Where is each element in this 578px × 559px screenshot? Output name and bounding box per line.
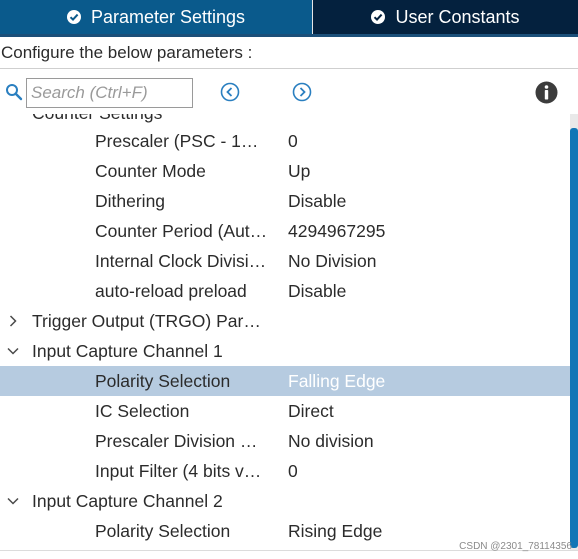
check-circle-icon <box>371 10 386 24</box>
parameter-value[interactable]: Rising Edge <box>288 516 382 546</box>
parameter-value[interactable]: 0 <box>288 456 298 486</box>
group-label: Input Capture Channel 1 <box>32 341 223 361</box>
parameter-row[interactable]: Internal Clock Divisi… No Division <box>0 246 570 276</box>
watermark-text: CSDN @2301_78114356 <box>459 541 572 552</box>
parameter-label: IC Selection <box>95 401 190 421</box>
parameter-row[interactable]: Dithering Disable <box>0 186 570 216</box>
parameter-row[interactable]: Prescaler Division … No division <box>0 426 570 456</box>
description-text: Configure the below parameters : <box>0 37 578 69</box>
parameter-label: Polarity Selection <box>95 521 231 541</box>
parameter-value[interactable]: No division <box>288 426 374 456</box>
tab-user-constants[interactable]: User Constants <box>313 0 578 34</box>
parameter-label: Input Filter (4 bits v… <box>95 461 262 481</box>
tab-user-constants-label: User Constants <box>395 6 520 27</box>
parameter-label: Prescaler Division … <box>95 431 258 451</box>
parameter-value[interactable]: Disable <box>288 186 346 216</box>
parameter-row[interactable]: Prescaler (PSC - 1… 0 <box>0 126 570 156</box>
parameter-label: Internal Clock Divisi… <box>95 251 267 271</box>
tree-group-input-capture-2[interactable]: Input Capture Channel 2 <box>0 486 570 516</box>
parameter-label: Prescaler (PSC - 1… <box>95 131 259 151</box>
parameter-label: Counter Mode <box>95 161 206 181</box>
tree-group-input-capture-1[interactable]: Input Capture Channel 1 <box>0 336 570 366</box>
info-icon[interactable] <box>535 81 558 104</box>
group-label: Trigger Output (TRGO) Par… <box>32 311 261 331</box>
parameter-value[interactable]: Falling Edge <box>288 366 385 396</box>
parameter-row[interactable]: IC Selection Direct <box>0 396 570 426</box>
search-input[interactable] <box>26 78 193 108</box>
chevron-right-icon[interactable] <box>6 314 20 328</box>
parameter-row-selected[interactable]: Polarity Selection Falling Edge <box>0 366 570 396</box>
tab-bar: Parameter Settings User Constants <box>0 0 578 34</box>
parameter-value[interactable]: 4294967295 <box>288 216 385 246</box>
tree-group-trigger-output[interactable]: Trigger Output (TRGO) Par… <box>0 306 570 336</box>
parameter-label: Counter Period (Aut… <box>95 221 268 241</box>
parameter-value[interactable]: Direct <box>288 396 334 426</box>
tab-parameter-settings[interactable]: Parameter Settings <box>0 0 313 34</box>
parameter-label: Dithering <box>95 191 166 211</box>
check-circle-icon <box>66 10 81 24</box>
search-bar <box>0 70 578 114</box>
parameter-value[interactable]: No Division <box>288 246 377 276</box>
tab-parameter-settings-label: Parameter Settings <box>90 6 246 27</box>
scrollbar-thumb[interactable] <box>570 128 578 548</box>
search-icon[interactable] <box>5 83 23 101</box>
previous-result-icon[interactable] <box>220 82 240 102</box>
parameter-value[interactable]: Disable <box>288 276 346 306</box>
chevron-down-icon[interactable] <box>6 494 20 508</box>
group-label: Input Capture Channel 2 <box>32 491 223 511</box>
parameter-row[interactable]: Counter Mode Up <box>0 156 570 186</box>
parameter-value[interactable]: 0 <box>288 126 298 156</box>
parameter-label: auto-reload preload <box>95 281 247 301</box>
parameter-row[interactable]: Counter Period (Aut… 4294967295 <box>0 216 570 246</box>
parameter-tree: Counter Settings Prescaler (PSC - 1… 0 C… <box>0 114 570 555</box>
next-result-icon[interactable] <box>292 82 312 102</box>
parameter-row[interactable]: auto-reload preload Disable <box>0 276 570 306</box>
parameter-label: Polarity Selection <box>95 371 231 391</box>
parameter-row[interactable]: Input Filter (4 bits v… 0 <box>0 456 570 486</box>
chevron-down-icon[interactable] <box>6 344 20 358</box>
parameter-value[interactable]: Up <box>288 156 310 186</box>
